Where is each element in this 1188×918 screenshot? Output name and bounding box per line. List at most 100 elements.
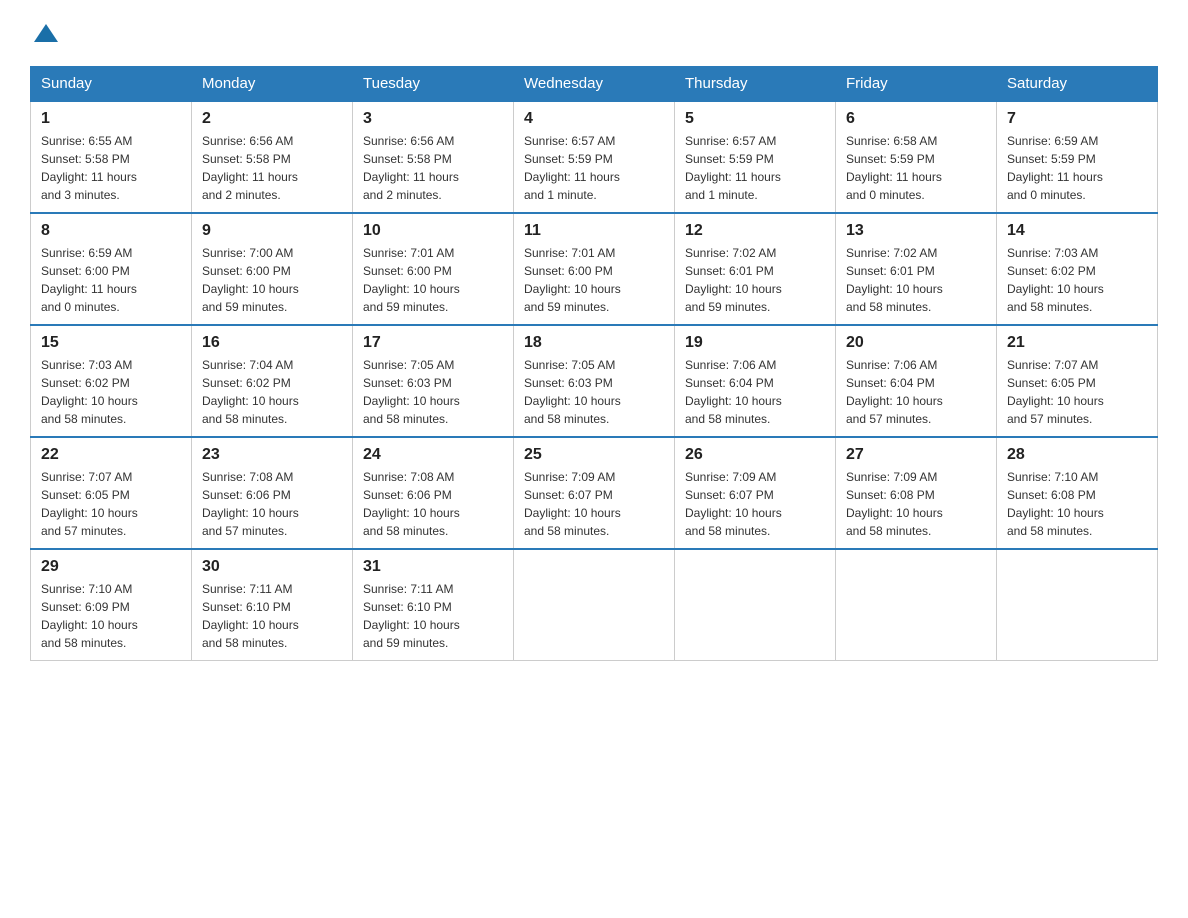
calendar-cell: 23 Sunrise: 7:08 AMSunset: 6:06 PMDaylig… <box>192 437 353 549</box>
calendar-cell: 5 Sunrise: 6:57 AMSunset: 5:59 PMDayligh… <box>675 101 836 213</box>
day-info: Sunrise: 7:03 AMSunset: 6:02 PMDaylight:… <box>1007 244 1147 316</box>
calendar-cell: 16 Sunrise: 7:04 AMSunset: 6:02 PMDaylig… <box>192 325 353 437</box>
day-info: Sunrise: 7:00 AMSunset: 6:00 PMDaylight:… <box>202 244 342 316</box>
calendar-cell: 1 Sunrise: 6:55 AMSunset: 5:58 PMDayligh… <box>31 101 192 213</box>
day-number: 10 <box>363 222 503 240</box>
calendar-cell <box>997 549 1158 661</box>
day-number: 26 <box>685 446 825 464</box>
calendar-cell: 30 Sunrise: 7:11 AMSunset: 6:10 PMDaylig… <box>192 549 353 661</box>
day-info: Sunrise: 7:01 AMSunset: 6:00 PMDaylight:… <box>363 244 503 316</box>
day-number: 5 <box>685 110 825 128</box>
calendar-cell: 29 Sunrise: 7:10 AMSunset: 6:09 PMDaylig… <box>31 549 192 661</box>
day-number: 16 <box>202 334 342 352</box>
header-thursday: Thursday <box>675 67 836 102</box>
day-info: Sunrise: 7:06 AMSunset: 6:04 PMDaylight:… <box>685 356 825 428</box>
day-number: 8 <box>41 222 181 240</box>
calendar-cell: 12 Sunrise: 7:02 AMSunset: 6:01 PMDaylig… <box>675 213 836 325</box>
calendar-cell <box>675 549 836 661</box>
day-number: 14 <box>1007 222 1147 240</box>
day-number: 6 <box>846 110 986 128</box>
calendar-cell <box>836 549 997 661</box>
day-info: Sunrise: 7:11 AMSunset: 6:10 PMDaylight:… <box>363 580 503 652</box>
day-number: 28 <box>1007 446 1147 464</box>
calendar-cell: 8 Sunrise: 6:59 AMSunset: 6:00 PMDayligh… <box>31 213 192 325</box>
calendar-header-row: SundayMondayTuesdayWednesdayThursdayFrid… <box>31 67 1158 102</box>
day-number: 27 <box>846 446 986 464</box>
day-info: Sunrise: 6:59 AMSunset: 6:00 PMDaylight:… <box>41 244 181 316</box>
day-number: 19 <box>685 334 825 352</box>
header-wednesday: Wednesday <box>514 67 675 102</box>
day-number: 21 <box>1007 334 1147 352</box>
day-number: 2 <box>202 110 342 128</box>
header-tuesday: Tuesday <box>353 67 514 102</box>
calendar-cell: 28 Sunrise: 7:10 AMSunset: 6:08 PMDaylig… <box>997 437 1158 549</box>
day-info: Sunrise: 7:10 AMSunset: 6:09 PMDaylight:… <box>41 580 181 652</box>
calendar-cell: 26 Sunrise: 7:09 AMSunset: 6:07 PMDaylig… <box>675 437 836 549</box>
day-info: Sunrise: 7:05 AMSunset: 6:03 PMDaylight:… <box>363 356 503 428</box>
day-number: 13 <box>846 222 986 240</box>
day-info: Sunrise: 6:55 AMSunset: 5:58 PMDaylight:… <box>41 132 181 204</box>
day-info: Sunrise: 7:10 AMSunset: 6:08 PMDaylight:… <box>1007 468 1147 540</box>
day-info: Sunrise: 7:08 AMSunset: 6:06 PMDaylight:… <box>363 468 503 540</box>
day-number: 29 <box>41 558 181 576</box>
calendar-cell: 20 Sunrise: 7:06 AMSunset: 6:04 PMDaylig… <box>836 325 997 437</box>
calendar-cell: 27 Sunrise: 7:09 AMSunset: 6:08 PMDaylig… <box>836 437 997 549</box>
calendar-week-3: 15 Sunrise: 7:03 AMSunset: 6:02 PMDaylig… <box>31 325 1158 437</box>
calendar-cell: 31 Sunrise: 7:11 AMSunset: 6:10 PMDaylig… <box>353 549 514 661</box>
day-number: 9 <box>202 222 342 240</box>
calendar-cell: 22 Sunrise: 7:07 AMSunset: 6:05 PMDaylig… <box>31 437 192 549</box>
calendar-cell: 7 Sunrise: 6:59 AMSunset: 5:59 PMDayligh… <box>997 101 1158 213</box>
day-info: Sunrise: 7:01 AMSunset: 6:00 PMDaylight:… <box>524 244 664 316</box>
calendar-cell: 17 Sunrise: 7:05 AMSunset: 6:03 PMDaylig… <box>353 325 514 437</box>
calendar-cell: 25 Sunrise: 7:09 AMSunset: 6:07 PMDaylig… <box>514 437 675 549</box>
day-info: Sunrise: 6:56 AMSunset: 5:58 PMDaylight:… <box>363 132 503 204</box>
day-number: 15 <box>41 334 181 352</box>
calendar-table: SundayMondayTuesdayWednesdayThursdayFrid… <box>30 66 1158 661</box>
day-number: 24 <box>363 446 503 464</box>
day-info: Sunrise: 7:06 AMSunset: 6:04 PMDaylight:… <box>846 356 986 428</box>
header-monday: Monday <box>192 67 353 102</box>
day-info: Sunrise: 6:57 AMSunset: 5:59 PMDaylight:… <box>524 132 664 204</box>
calendar-cell: 3 Sunrise: 6:56 AMSunset: 5:58 PMDayligh… <box>353 101 514 213</box>
day-info: Sunrise: 7:09 AMSunset: 6:07 PMDaylight:… <box>524 468 664 540</box>
day-number: 25 <box>524 446 664 464</box>
calendar-cell: 11 Sunrise: 7:01 AMSunset: 6:00 PMDaylig… <box>514 213 675 325</box>
logo <box>30 20 60 48</box>
day-info: Sunrise: 6:56 AMSunset: 5:58 PMDaylight:… <box>202 132 342 204</box>
day-info: Sunrise: 7:02 AMSunset: 6:01 PMDaylight:… <box>846 244 986 316</box>
calendar-cell: 18 Sunrise: 7:05 AMSunset: 6:03 PMDaylig… <box>514 325 675 437</box>
calendar-cell: 13 Sunrise: 7:02 AMSunset: 6:01 PMDaylig… <box>836 213 997 325</box>
day-number: 18 <box>524 334 664 352</box>
logo-icon <box>32 20 60 48</box>
day-number: 17 <box>363 334 503 352</box>
day-info: Sunrise: 6:57 AMSunset: 5:59 PMDaylight:… <box>685 132 825 204</box>
day-info: Sunrise: 7:05 AMSunset: 6:03 PMDaylight:… <box>524 356 664 428</box>
calendar-week-4: 22 Sunrise: 7:07 AMSunset: 6:05 PMDaylig… <box>31 437 1158 549</box>
day-number: 20 <box>846 334 986 352</box>
day-info: Sunrise: 7:08 AMSunset: 6:06 PMDaylight:… <box>202 468 342 540</box>
calendar-week-5: 29 Sunrise: 7:10 AMSunset: 6:09 PMDaylig… <box>31 549 1158 661</box>
page-header <box>30 20 1158 48</box>
day-info: Sunrise: 7:04 AMSunset: 6:02 PMDaylight:… <box>202 356 342 428</box>
header-saturday: Saturday <box>997 67 1158 102</box>
calendar-cell: 15 Sunrise: 7:03 AMSunset: 6:02 PMDaylig… <box>31 325 192 437</box>
day-info: Sunrise: 7:03 AMSunset: 6:02 PMDaylight:… <box>41 356 181 428</box>
calendar-cell <box>514 549 675 661</box>
day-number: 11 <box>524 222 664 240</box>
day-info: Sunrise: 6:58 AMSunset: 5:59 PMDaylight:… <box>846 132 986 204</box>
day-info: Sunrise: 7:09 AMSunset: 6:07 PMDaylight:… <box>685 468 825 540</box>
day-number: 31 <box>363 558 503 576</box>
calendar-cell: 4 Sunrise: 6:57 AMSunset: 5:59 PMDayligh… <box>514 101 675 213</box>
day-info: Sunrise: 6:59 AMSunset: 5:59 PMDaylight:… <box>1007 132 1147 204</box>
calendar-week-1: 1 Sunrise: 6:55 AMSunset: 5:58 PMDayligh… <box>31 101 1158 213</box>
calendar-cell: 2 Sunrise: 6:56 AMSunset: 5:58 PMDayligh… <box>192 101 353 213</box>
calendar-cell: 6 Sunrise: 6:58 AMSunset: 5:59 PMDayligh… <box>836 101 997 213</box>
day-number: 1 <box>41 110 181 128</box>
day-info: Sunrise: 7:07 AMSunset: 6:05 PMDaylight:… <box>1007 356 1147 428</box>
day-info: Sunrise: 7:09 AMSunset: 6:08 PMDaylight:… <box>846 468 986 540</box>
day-number: 30 <box>202 558 342 576</box>
calendar-cell: 9 Sunrise: 7:00 AMSunset: 6:00 PMDayligh… <box>192 213 353 325</box>
day-info: Sunrise: 7:02 AMSunset: 6:01 PMDaylight:… <box>685 244 825 316</box>
day-info: Sunrise: 7:11 AMSunset: 6:10 PMDaylight:… <box>202 580 342 652</box>
calendar-cell: 10 Sunrise: 7:01 AMSunset: 6:00 PMDaylig… <box>353 213 514 325</box>
